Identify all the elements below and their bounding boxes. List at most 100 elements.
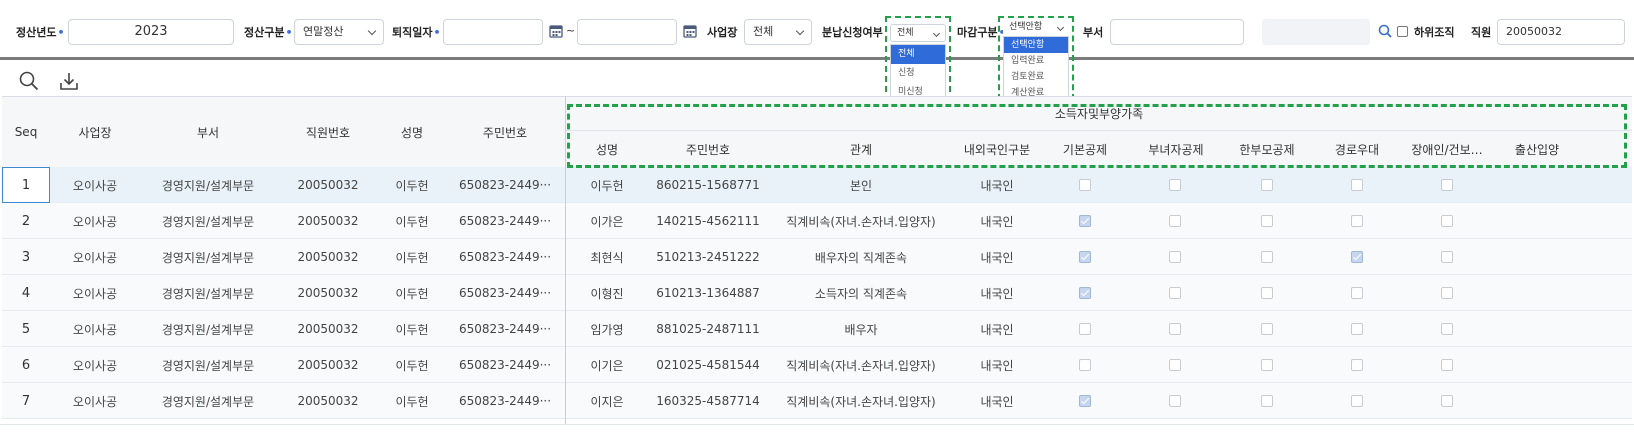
cell-site[interactable]: 오이사공	[50, 167, 140, 203]
cell-rrn[interactable]: 650823-2449···	[444, 203, 566, 239]
cell-relation[interactable]: 직계비속(자녀.손자녀.입양자)	[768, 203, 954, 239]
cell-seq[interactable]: 7	[2, 383, 50, 419]
col-header-elderly[interactable]: 경로우대	[1312, 131, 1402, 167]
checkbox-female[interactable]	[1169, 287, 1181, 299]
cell-name[interactable]: 이두헌	[380, 383, 444, 419]
cell-dept[interactable]: 경영지원/설계부문	[140, 383, 276, 419]
cell-emp-no[interactable]: 20050032	[276, 167, 380, 203]
department-input[interactable]	[1110, 19, 1244, 45]
cell-rrn[interactable]: 650823-2449···	[444, 275, 566, 311]
site-select[interactable]: 전체	[744, 19, 812, 45]
cell-nationality[interactable]: 내국인	[954, 275, 1040, 311]
cell-nationality[interactable]: 내국인	[954, 347, 1040, 383]
col-header-rrn[interactable]: 주민번호	[444, 97, 566, 167]
cell-rrn[interactable]: 650823-2449···	[444, 347, 566, 383]
search-icon[interactable]	[1378, 24, 1392, 38]
table-row[interactable]: 1 오이사공 경영지원/설계부문 20050032 이두헌 650823-2449··· 이…	[2, 167, 1632, 203]
cell-nationality[interactable]: 내국인	[954, 167, 1040, 203]
checkbox-disabled[interactable]	[1441, 395, 1453, 407]
cell-dept[interactable]: 경영지원/설계부문	[140, 167, 276, 203]
cell-emp-no[interactable]: 20050032	[276, 311, 380, 347]
cell-emp-no[interactable]: 20050032	[276, 347, 380, 383]
checkbox-basic[interactable]	[1079, 287, 1091, 299]
retire-date-from-input[interactable]	[443, 19, 543, 45]
search-icon[interactable]	[18, 70, 40, 92]
cell-f-rrn[interactable]: 881025-2487111	[648, 311, 768, 347]
checkbox-elderly[interactable]	[1351, 323, 1363, 335]
cell-name[interactable]: 이두헌	[380, 203, 444, 239]
cell-f-name[interactable]: 이기은	[566, 347, 648, 383]
checkbox-elderly[interactable]	[1351, 359, 1363, 371]
split-payment-select[interactable]: 전체	[890, 24, 946, 42]
checkbox-single-parent[interactable]	[1261, 287, 1273, 299]
cell-f-name[interactable]: 이형진	[566, 275, 648, 311]
download-icon[interactable]	[58, 70, 80, 92]
cell-site[interactable]: 오이사공	[50, 383, 140, 419]
checkbox-female[interactable]	[1169, 179, 1181, 191]
table-row[interactable]: 5 오이사공 경영지원/설계부문 20050032 이두헌 650823-2449··· 임…	[2, 311, 1632, 347]
cell-seq[interactable]: 4	[2, 275, 50, 311]
checkbox-single-parent[interactable]	[1261, 215, 1273, 227]
cell-emp-no[interactable]: 20050032	[276, 203, 380, 239]
cell-rrn[interactable]: 650823-2449···	[444, 311, 566, 347]
checkbox-basic[interactable]	[1079, 215, 1091, 227]
cell-f-name[interactable]: 이두헌	[566, 167, 648, 203]
col-header-basic-deduction[interactable]: 기본공제	[1040, 131, 1130, 167]
checkbox-single-parent[interactable]	[1261, 395, 1273, 407]
checkbox-disabled[interactable]	[1441, 323, 1453, 335]
table-row[interactable]: 6 오이사공 경영지원/설계부문 20050032 이두헌 650823-2449··· 이…	[2, 347, 1632, 383]
checkbox-basic[interactable]	[1079, 395, 1091, 407]
closing-option-review-done[interactable]: 검토완료	[1004, 69, 1068, 85]
cell-site[interactable]: 오이사공	[50, 347, 140, 383]
cell-seq[interactable]: 2	[2, 203, 50, 239]
cell-seq[interactable]: 1	[2, 167, 50, 203]
cell-relation[interactable]: 배우자의 직계존속	[768, 239, 954, 275]
checkbox-elderly[interactable]	[1351, 287, 1363, 299]
cell-relation[interactable]: 직계비속(자녀.손자녀.입양자)	[768, 347, 954, 383]
col-header-female-deduction[interactable]: 부녀자공제	[1130, 131, 1222, 167]
cell-rrn[interactable]: 650823-2449···	[444, 167, 566, 203]
cell-rrn[interactable]: 650823-2449···	[444, 239, 566, 275]
checkbox-single-parent[interactable]	[1261, 323, 1273, 335]
col-header-relation[interactable]: 관계	[768, 131, 954, 167]
checkbox-basic[interactable]	[1079, 179, 1091, 191]
table-row[interactable]: 7 오이사공 경영지원/설계부문 20050032 이두헌 650823-2449··· 이…	[2, 383, 1632, 419]
cell-name[interactable]: 이두헌	[380, 167, 444, 203]
checkbox-basic[interactable]	[1079, 251, 1091, 263]
checkbox-disabled[interactable]	[1441, 179, 1453, 191]
cell-name[interactable]: 이두헌	[380, 275, 444, 311]
checkbox-elderly[interactable]	[1351, 179, 1363, 191]
cell-nationality[interactable]: 내국인	[954, 383, 1040, 419]
checkbox-female[interactable]	[1169, 323, 1181, 335]
cell-f-rrn[interactable]: 021025-4581544	[648, 347, 768, 383]
closing-type-select[interactable]: 선택안함	[1003, 19, 1069, 37]
cell-f-name[interactable]: 이가은	[566, 203, 648, 239]
cell-rrn[interactable]: 650823-2449···	[444, 383, 566, 419]
cell-seq[interactable]: 3	[2, 239, 50, 275]
checkbox-single-parent[interactable]	[1261, 359, 1273, 371]
checkbox-disabled[interactable]	[1441, 215, 1453, 227]
cell-relation[interactable]: 배우자	[768, 311, 954, 347]
closing-option-none[interactable]: 선택안함	[1004, 37, 1068, 53]
checkbox-single-parent[interactable]	[1261, 179, 1273, 191]
cell-name[interactable]: 이두헌	[380, 347, 444, 383]
settlement-year-input[interactable]: 2023	[68, 19, 234, 45]
cell-relation[interactable]: 직계비속(자녀.손자녀.입양자)	[768, 383, 954, 419]
sub-org-checkbox[interactable]	[1397, 26, 1408, 37]
cell-f-rrn[interactable]: 140215-4562111	[648, 203, 768, 239]
checkbox-disabled[interactable]	[1441, 359, 1453, 371]
split-option-applied[interactable]: 신청	[891, 64, 945, 83]
cell-name[interactable]: 이두헌	[380, 311, 444, 347]
cell-emp-no[interactable]: 20050032	[276, 275, 380, 311]
cell-nationality[interactable]: 내국인	[954, 311, 1040, 347]
checkbox-basic[interactable]	[1079, 359, 1091, 371]
cell-f-rrn[interactable]: 610213-1364887	[648, 275, 768, 311]
cell-dept[interactable]: 경영지원/설계부문	[140, 203, 276, 239]
table-row[interactable]: 4 오이사공 경영지원/설계부문 20050032 이두헌 650823-2449··· 이…	[2, 275, 1632, 311]
cell-dept[interactable]: 경영지원/설계부문	[140, 239, 276, 275]
col-header-nationality[interactable]: 내외국인구분	[954, 131, 1040, 167]
cell-f-rrn[interactable]: 510213-2451222	[648, 239, 768, 275]
checkbox-female[interactable]	[1169, 395, 1181, 407]
settlement-type-select[interactable]: 연말정산	[294, 19, 384, 45]
checkbox-female[interactable]	[1169, 215, 1181, 227]
